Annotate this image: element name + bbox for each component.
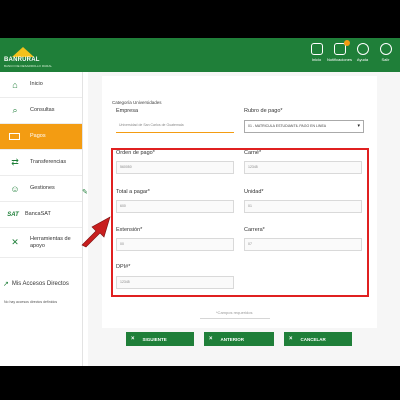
bell-icon xyxy=(333,40,350,55)
home-button[interactable]: Inicio xyxy=(308,43,325,62)
anterior-label: ANTERIOR xyxy=(220,336,245,342)
tools-icon: ✕ xyxy=(11,237,19,247)
sidebar-item-label: Herramientas de apoyo xyxy=(30,235,71,249)
rubro-label: Rubro de pago* xyxy=(244,108,283,114)
logo-text: BANRURAL xyxy=(4,57,40,63)
help-label: Ayuda xyxy=(356,57,369,62)
home-icon: ⌂ xyxy=(12,79,18,90)
cancelar-label: CANCELAR xyxy=(300,336,326,342)
sidebar-item-label: Pagos xyxy=(30,133,46,139)
close-icon: × xyxy=(131,336,135,342)
sidebar-item-transferencias[interactable]: ⇄ Transferencias xyxy=(0,150,82,176)
sidebar-item-pagos[interactable]: Pagos xyxy=(0,124,82,150)
siguiente-label: SIGUIENTE xyxy=(142,336,167,342)
notification-badge xyxy=(343,40,350,46)
logo-sun-icon xyxy=(12,47,34,57)
home-icon xyxy=(310,43,323,55)
logout-button[interactable]: Salir xyxy=(377,43,394,62)
rubro-select[interactable]: 01 - MATRICULA ESTUDIANTIL PAGO EN LINEA… xyxy=(244,120,364,133)
accesos-empty-text: No hay accesos directos definidos xyxy=(4,300,58,304)
close-icon: × xyxy=(209,336,213,342)
sidebar-item-herramientas[interactable]: ✕ Herramientas de apoyo xyxy=(0,228,82,258)
sidebar-item-inicio[interactable]: ⌂ Inicio xyxy=(0,72,82,98)
card-icon xyxy=(9,133,20,140)
empresa-field[interactable]: Universidad de San Carlos de Guatemala xyxy=(116,120,234,133)
sidebar-item-label: Gestiones xyxy=(30,185,55,191)
people-icon: ☺ xyxy=(10,183,20,194)
home-label: Inicio xyxy=(311,57,322,62)
anterior-button[interactable]: × ANTERIOR xyxy=(204,332,274,346)
logo-subtext: BANCO DE DESARROLLO RURAL xyxy=(4,64,53,68)
link-icon: ↗ xyxy=(3,281,9,288)
chevron-down-icon: ▾ xyxy=(357,123,360,129)
close-icon: × xyxy=(289,336,293,342)
cancelar-button[interactable]: × CANCELAR xyxy=(284,332,352,346)
empresa-label: Empresa xyxy=(116,108,139,114)
pointer-arrow-icon xyxy=(81,216,111,248)
transfer-icon: ⇄ xyxy=(11,157,19,167)
notifications-label: Notificaciones xyxy=(327,57,352,62)
required-note: *Campos requeridos xyxy=(216,310,253,315)
sidebar-item-label: BancaSAT xyxy=(25,211,51,217)
rubro-value: 01 - MATRICULA ESTUDIANTIL PAGO EN LINEA xyxy=(248,124,327,128)
sidebar-item-bancasat[interactable]: SAT BancaSAT xyxy=(0,202,82,228)
app-window: BANRURAL BANCO DE DESARROLLO RURAL Inici… xyxy=(0,38,400,366)
divider xyxy=(200,318,270,319)
sidebar-item-label: Consultas xyxy=(30,107,55,113)
accesos-title: Mis Accesos Directos xyxy=(11,281,69,287)
notifications-button[interactable]: Notificaciones xyxy=(327,40,352,62)
search-icon: ⌕ xyxy=(12,105,18,115)
power-icon xyxy=(379,43,392,55)
highlight-box xyxy=(111,148,369,297)
siguiente-button[interactable]: × SIGUIENTE xyxy=(126,332,194,346)
accesos-directos-header[interactable]: ↗ Mis Accesos Directos xyxy=(3,280,69,288)
sidebar: ⌂ Inicio ⌕ Consultas Pagos ⇄ Transferenc… xyxy=(0,72,83,366)
sidebar-item-consultas[interactable]: ⌕ Consultas xyxy=(0,98,82,124)
sidebar-item-label: Inicio xyxy=(30,81,43,87)
banrural-logo[interactable]: BANRURAL BANCO DE DESARROLLO RURAL xyxy=(4,45,52,68)
top-bar: BANRURAL BANCO DE DESARROLLO RURAL Inici… xyxy=(0,38,400,72)
sidebar-item-label: Transferencias xyxy=(30,159,67,165)
help-button[interactable]: Ayuda xyxy=(354,43,371,62)
sat-logo: SAT xyxy=(7,211,19,218)
category-label: Categoría Universidades xyxy=(112,100,162,105)
sidebar-item-gestiones[interactable]: ☺ Gestiones xyxy=(0,176,82,202)
logout-label: Salir xyxy=(381,57,390,62)
help-icon xyxy=(356,43,369,55)
